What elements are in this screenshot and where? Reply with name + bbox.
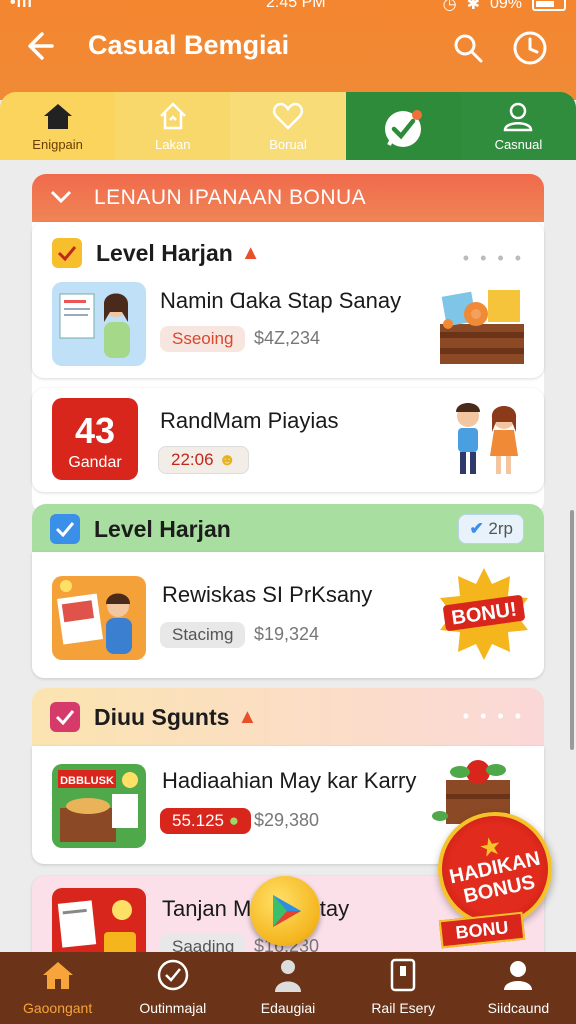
check-icon: ✔ (469, 519, 484, 538)
ribbon-text: BONU (454, 917, 510, 943)
flame-icon: ▲ (237, 705, 258, 728)
home-icon (41, 99, 75, 133)
tab-label: Borual (269, 137, 307, 152)
app-header: •ııl 2:45 PM ◷ ✱ 09% Casual Bemgiai (0, 0, 576, 100)
group-title: Level Harjan (96, 239, 233, 266)
nav-label: Edaugiai (260, 1000, 316, 1016)
nav-label: Gaoongant (22, 1000, 93, 1016)
checkbox-icon[interactable] (52, 238, 82, 268)
timer-text: 22:06 (171, 450, 214, 469)
group-title: Level Harjan (94, 515, 231, 542)
nav-label: Siidcaund (487, 1000, 550, 1016)
nav-label: Rail Esery (371, 1000, 436, 1016)
list-item[interactable]: 43 Gandar RandMam Piayias 22:06 ☻ (32, 388, 544, 492)
scrollbar[interactable] (570, 510, 574, 750)
thumbnail-image (52, 282, 146, 366)
house-outline-icon (156, 99, 190, 133)
deals-section-header[interactable]: Diuu Sgunts ▲ • • • • (32, 688, 544, 746)
item-price: $19,324 (254, 624, 320, 644)
more-options-icon[interactable]: • • • • (463, 248, 524, 269)
section-title: LENAUN IPANAAN BONUA (94, 186, 367, 209)
item-price: $29,380 (254, 810, 320, 830)
section-header[interactable]: LENAUN IPANAAN BONUA (32, 174, 544, 222)
back-arrow-icon[interactable] (22, 30, 58, 66)
group-title: Diuu Sgunts (94, 703, 230, 730)
page-title: Casual Bemgiai (88, 30, 290, 60)
count-value: 43 (74, 410, 116, 451)
item-title: Namin Ɑaka Stap Sanay (160, 288, 402, 313)
heart-icon (271, 99, 305, 133)
bluetooth-icon: ✱ (466, 0, 480, 13)
chevron-down-icon (50, 186, 72, 210)
flame-icon: ▲ (240, 241, 261, 264)
bottom-navigation: Gaoongant Outinmajal Edaugiai Rail Esery… (0, 952, 576, 1024)
check-circle-icon (156, 956, 190, 994)
item-price: $4Z,234 (254, 328, 321, 348)
status-badge: Saading (160, 934, 247, 952)
category-tabs: Enigpain Lakan Borual Casnual (0, 92, 576, 160)
battery-percent: 09% (489, 0, 522, 12)
nav-item-siidcaund[interactable]: Siidcaund (461, 952, 576, 1024)
item-title: Hadiaahian May kar Karry (162, 768, 417, 793)
list-item[interactable]: Rewiskas SI PrKsany Stacimg $19,324 BONU… (32, 552, 544, 678)
tab-casnual[interactable]: Casnual (460, 92, 576, 160)
status-badge: 55.125 ● (160, 808, 252, 834)
list-item[interactable]: Level Harjan ▲ • • • • Namin Ɑaka Stap S… (32, 222, 544, 378)
nav-item-edaugiai[interactable]: Edaugiai (230, 952, 345, 1024)
user-icon (501, 99, 535, 133)
smiley-icon: ☻ (218, 450, 237, 469)
battery-icon (532, 0, 566, 11)
globe-icon: ● (228, 811, 240, 830)
count-label: Gandar (68, 454, 122, 471)
status-badge: Stacimg (160, 622, 246, 648)
bonus-starburst-image: BONU! (436, 566, 532, 662)
timer-badge: 22:06 ☻ (158, 446, 250, 474)
level-section-header[interactable]: Level Harjan ✔ 2rp (32, 504, 544, 552)
status-time: 2:45 PM (266, 0, 326, 11)
checkbox-icon[interactable] (50, 514, 80, 544)
signal-indicator: •ııl (10, 0, 33, 11)
nav-item-home[interactable]: Gaoongant (0, 952, 115, 1024)
play-button[interactable] (250, 876, 320, 946)
clock-icon[interactable] (512, 30, 548, 66)
couple-illustration (442, 396, 528, 482)
chat-check-icon (380, 106, 426, 152)
treasure-chest-image (436, 284, 526, 368)
home-icon (41, 956, 75, 994)
alarm-icon: ◷ (442, 0, 457, 13)
nav-label: Outinmajal (139, 1000, 207, 1016)
person-icon (273, 956, 303, 994)
play-icon (273, 895, 301, 927)
user-circle-icon (501, 956, 535, 994)
tab-home[interactable]: Enigpain (0, 92, 116, 160)
tab-lakan[interactable]: Lakan (115, 92, 231, 160)
tab-label: Casnual (494, 137, 543, 152)
more-options-icon[interactable]: • • • • (463, 706, 524, 727)
status-badge: Sseoing (160, 326, 246, 352)
item-title: Rewiskas SI PrKsany (162, 582, 373, 607)
nav-item-rail-esery[interactable]: Rail Esery (346, 952, 461, 1024)
count-tile: 43 Gandar (52, 398, 138, 480)
checkbox-icon[interactable] (50, 702, 80, 732)
thumbnail-image: DBBLUSK (52, 764, 146, 848)
thumbnail-image (52, 576, 146, 660)
nav-item-outinmajal[interactable]: Outinmajal (115, 952, 230, 1024)
search-icon[interactable] (452, 32, 484, 64)
pill-label: 2rp (488, 519, 513, 538)
tab-label: Enigpain (32, 137, 83, 152)
badge-value: 55.125 (172, 811, 224, 830)
level-pill[interactable]: ✔ 2rp (458, 514, 524, 544)
status-bar: •ııl 2:45 PM ◷ ✱ 09% (0, 0, 576, 14)
phone-icon (390, 956, 416, 994)
tab-chat[interactable] (345, 92, 461, 160)
item-title: RandMam Piayias (160, 408, 339, 433)
thumbnail-text: DBBLUSK (60, 775, 114, 787)
tab-label: Lakan (155, 137, 191, 152)
thumbnail-image (52, 888, 146, 952)
tab-borual[interactable]: Borual (230, 92, 346, 160)
